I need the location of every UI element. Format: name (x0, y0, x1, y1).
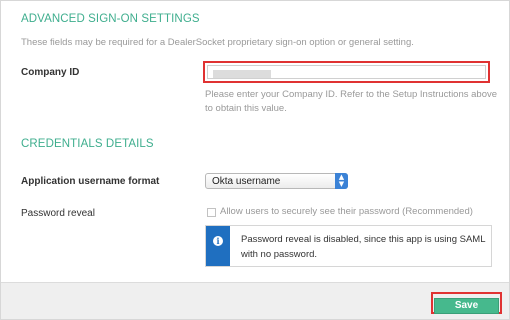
notice-text: Password reveal is disabled, since this … (241, 232, 486, 262)
username-format-selected-value: Okta username (212, 176, 281, 187)
save-button[interactable]: Save (434, 297, 499, 314)
password-reveal-notice: i Password reveal is disabled, since thi… (205, 225, 492, 267)
notice-icon-bar: i (206, 226, 230, 266)
company-id-field-frame (207, 65, 486, 83)
notice-line1: Password reveal is disabled, since this … (241, 234, 486, 245)
password-reveal-checkbox-label[interactable]: Allow users to securely see their passwo… (220, 206, 473, 217)
select-arrows-icon: ▲ ▼ (335, 173, 348, 189)
settings-panel: ADVANCED SIGN-ON SETTINGS These fields m… (0, 0, 510, 320)
info-icon: i (213, 236, 223, 246)
company-id-help-line2: to obtain this value. (205, 103, 287, 114)
notice-line2: with no password. (241, 249, 318, 260)
company-id-help-line1: Please enter your Company ID. Refer to t… (205, 89, 498, 100)
username-format-label: Application username format (21, 176, 160, 187)
credentials-details-title: CREDENTIALS DETAILS (21, 138, 154, 150)
username-format-select[interactable]: Okta username ▲ ▼ (205, 173, 348, 189)
advanced-settings-title: ADVANCED SIGN-ON SETTINGS (21, 13, 200, 25)
redacted-value (213, 70, 271, 78)
password-reveal-checkbox[interactable] (207, 208, 216, 217)
company-id-label: Company ID (21, 67, 80, 78)
advanced-settings-description: These fields may be required for a Deale… (21, 37, 414, 48)
password-reveal-label: Password reveal (21, 208, 95, 219)
company-id-highlight (203, 61, 490, 83)
save-button-highlight: Save (431, 292, 502, 314)
